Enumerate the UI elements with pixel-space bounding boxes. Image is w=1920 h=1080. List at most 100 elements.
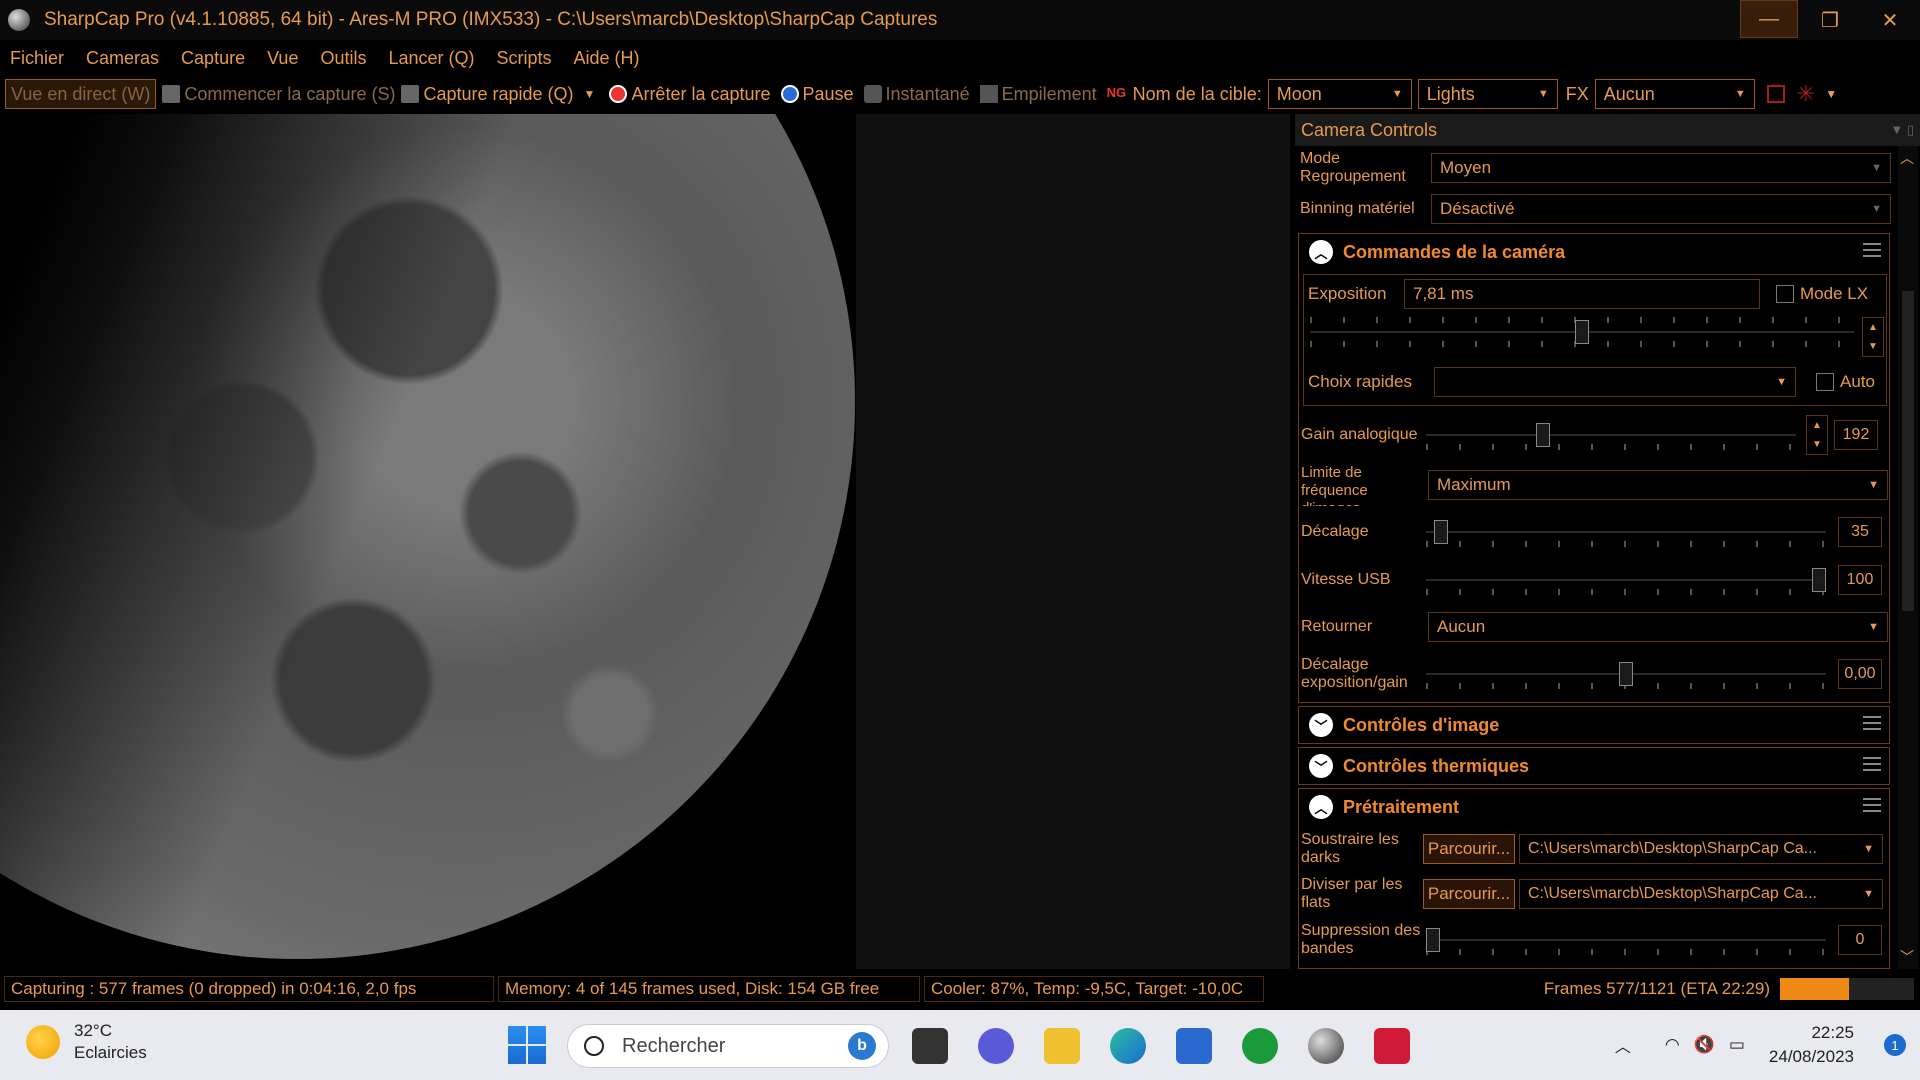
chevron-up-icon[interactable]: ︿ [1309, 240, 1333, 264]
stacking-button[interactable]: Empilement [979, 84, 1097, 105]
usb-speed-value[interactable]: 100 [1838, 565, 1882, 595]
status-bar: Capturing : 577 frames (0 dropped) in 0:… [0, 974, 1920, 1004]
sharpcap-taskbar-icon[interactable] [1308, 1028, 1344, 1064]
start-capture-button[interactable]: Commencer la capture (S) [162, 84, 395, 105]
crosshair-icon[interactable]: ✳ [1797, 81, 1815, 107]
offset-slider[interactable] [1426, 517, 1826, 547]
weather-widget[interactable]: 32°C Eclaircies [26, 1020, 147, 1064]
taskbar-search[interactable]: Rechercher b [567, 1024, 889, 1068]
exp-gain-offset-value[interactable]: 0,00 [1838, 659, 1882, 689]
slider-knob[interactable] [1575, 320, 1589, 344]
stop-capture-button[interactable]: Arrêter la capture [609, 84, 771, 105]
darks-path-select[interactable]: C:\Users\marcb\Desktop\SharpCap Ca... ▼ [1519, 834, 1883, 864]
binning-mode-select[interactable]: Moyen ▼ [1431, 153, 1891, 183]
chevron-down-icon[interactable]: ﹀ [1309, 713, 1333, 737]
menu-capture[interactable]: Capture [181, 48, 245, 69]
snapshot-button[interactable]: Instantané [863, 84, 970, 105]
auto-checkbox[interactable] [1816, 373, 1834, 391]
menu-run[interactable]: Lancer (Q) [388, 48, 474, 69]
offset-value[interactable]: 35 [1838, 517, 1882, 547]
bing-icon[interactable]: b [848, 1032, 876, 1060]
quick-capture-button[interactable]: Capture rapide (Q) ▼ [401, 84, 595, 105]
chevron-down-icon[interactable]: ﹀ [1900, 947, 1914, 967]
banding-value[interactable]: 0 [1838, 925, 1882, 955]
chevron-down-icon[interactable]: ﹀ [1309, 754, 1333, 778]
target-name-select[interactable]: Moon ▼ [1267, 79, 1412, 109]
gain-value[interactable]: 192 [1834, 420, 1878, 450]
usb-speed-slider[interactable] [1426, 565, 1826, 595]
clock[interactable]: 22:25 24/08/2023 [1769, 1021, 1854, 1069]
slider-knob[interactable] [1426, 928, 1440, 952]
section-header[interactable]: ︿ Prétraitement [1299, 789, 1889, 825]
store-icon[interactable] [1176, 1028, 1212, 1064]
menu-icon[interactable] [1863, 243, 1881, 257]
slider-knob[interactable] [1619, 662, 1633, 686]
menu-scripts[interactable]: Scripts [497, 48, 552, 69]
chevron-up-icon[interactable]: ︿ [1900, 148, 1914, 168]
gain-stepper[interactable]: ▲ ▼ [1806, 415, 1828, 455]
volume-muted-icon[interactable]: 🔇 [1694, 1035, 1715, 1055]
phd-guiding-icon[interactable] [1242, 1028, 1278, 1064]
browse-darks-button[interactable]: Parcourir... [1423, 834, 1515, 864]
scrollbar-thumb[interactable] [1902, 291, 1914, 611]
frame-rate-select[interactable]: Maximum ▼ [1428, 470, 1888, 500]
notification-badge[interactable]: 1 [1884, 1034, 1906, 1056]
panel-scrollbar[interactable]: ︿ ﹀ [1898, 146, 1918, 969]
menu-view[interactable]: Vue [267, 48, 298, 69]
browse-flats-button[interactable]: Parcourir... [1423, 879, 1515, 909]
fx-select[interactable]: Aucun ▼ [1594, 79, 1755, 109]
flip-select[interactable]: Aucun ▼ [1428, 612, 1888, 642]
quick-choices-select[interactable]: ▼ [1434, 367, 1796, 397]
chevron-down-icon[interactable]: ▼ [584, 87, 596, 101]
close-button[interactable]: ✕ [1860, 0, 1920, 40]
live-view-button[interactable]: Vue en direct (W) [5, 79, 157, 109]
hw-binning-select[interactable]: Désactivé ▼ [1431, 194, 1891, 224]
windows-start-icon[interactable] [508, 1026, 546, 1064]
menu-file[interactable]: Fichier [10, 48, 64, 69]
exposure-input[interactable]: 7,81 ms [1404, 279, 1760, 309]
section-header[interactable]: ﹀ Contrôles d'image [1299, 707, 1889, 743]
menu-help[interactable]: Aide (H) [574, 48, 640, 69]
chevron-down-icon[interactable]: ▼ [1825, 87, 1837, 101]
gain-slider[interactable] [1426, 420, 1796, 450]
section-header[interactable]: ﹀ Contrôles thermiques [1299, 748, 1889, 784]
frame-type-select[interactable]: Lights ▼ [1417, 79, 1558, 109]
live-image-area[interactable] [0, 114, 1290, 969]
zoom-icon[interactable] [1766, 85, 1785, 103]
slider-knob[interactable] [1433, 520, 1448, 544]
chevron-down-icon[interactable]: ▼ [1812, 439, 1822, 450]
banding-slider[interactable] [1426, 925, 1826, 955]
target-name-button[interactable]: NG Nom de la cible: [1107, 84, 1262, 105]
exposure-label: Exposition [1308, 284, 1387, 303]
menu-icon[interactable] [1863, 798, 1881, 812]
chevron-up-icon[interactable]: ︿ [1309, 795, 1333, 819]
edge-browser-icon[interactable] [1110, 1028, 1146, 1064]
menu-cameras[interactable]: Cameras [86, 48, 159, 69]
restore-button[interactable]: ❐ [1800, 0, 1860, 40]
chevron-up-icon[interactable]: ▲ [1812, 420, 1822, 431]
wifi-icon[interactable]: ◠ [1665, 1035, 1680, 1055]
menu-icon[interactable] [1863, 716, 1881, 730]
minimize-button[interactable]: — [1740, 0, 1798, 38]
pin-icon[interactable]: ▼ ▯ [1890, 122, 1914, 138]
task-view-icon[interactable] [912, 1028, 948, 1064]
slider-knob[interactable] [1812, 568, 1826, 592]
exposure-slider[interactable] [1310, 317, 1854, 347]
lx-mode-checkbox[interactable] [1776, 285, 1794, 303]
section-header[interactable]: ︿ Commandes de la caméra [1299, 234, 1889, 270]
menu-icon[interactable] [1863, 757, 1881, 771]
chevron-up-icon[interactable]: ▲ [1868, 322, 1878, 333]
flats-path-select[interactable]: C:\Users\marcb\Desktop\SharpCap Ca... ▼ [1519, 879, 1883, 909]
menu-tools[interactable]: Outils [320, 48, 366, 69]
slider-knob[interactable] [1536, 423, 1551, 447]
chevron-up-icon[interactable]: ︿ [1615, 1033, 1631, 1057]
app-taskbar-icon[interactable] [1374, 1028, 1410, 1064]
file-explorer-icon[interactable] [1044, 1028, 1080, 1064]
pause-button[interactable]: Pause [780, 84, 854, 105]
frame-rate-label: Limite de fréquence d'images [1301, 464, 1368, 506]
exp-gain-offset-slider[interactable] [1426, 659, 1826, 689]
teams-chat-icon[interactable] [978, 1028, 1014, 1064]
battery-icon[interactable]: ▭ [1729, 1035, 1745, 1055]
exposure-stepper[interactable]: ▲ ▼ [1862, 317, 1884, 357]
chevron-down-icon[interactable]: ▼ [1868, 341, 1878, 352]
